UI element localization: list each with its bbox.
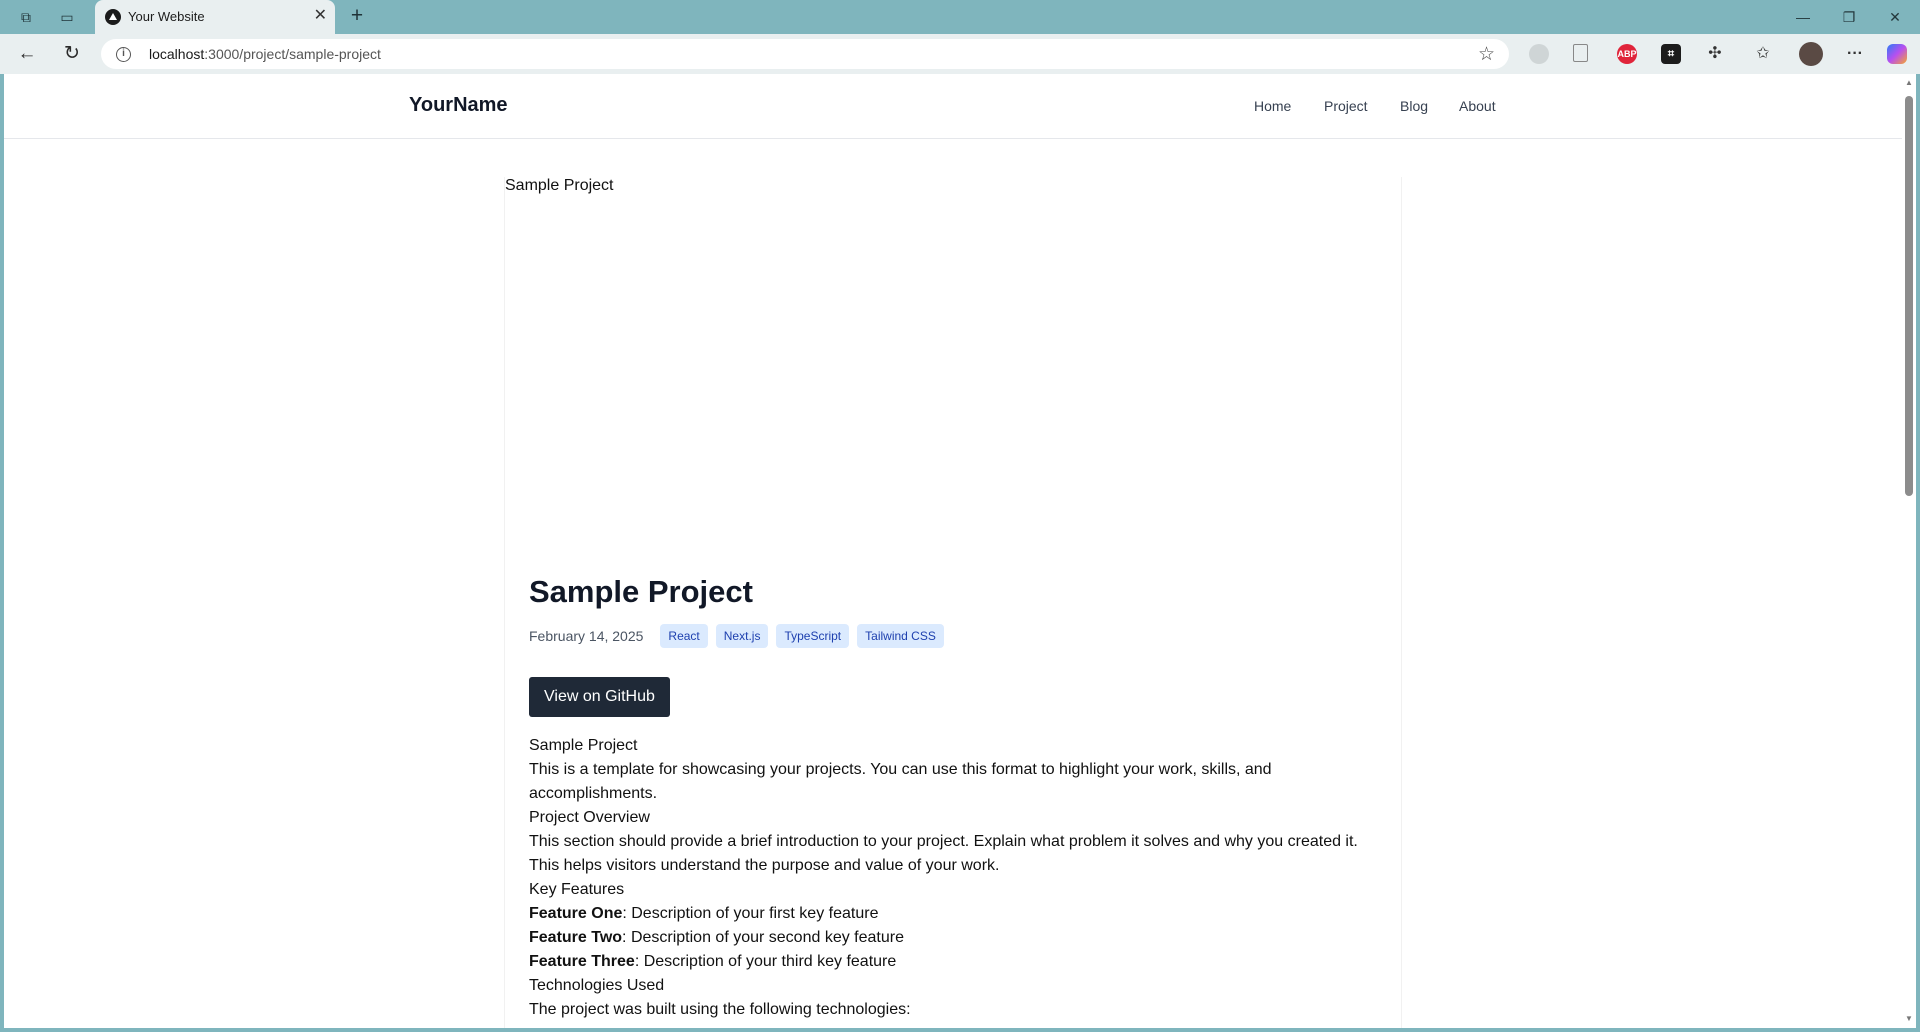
project-hero-image: Sample Project bbox=[505, 177, 1403, 557]
copilot-icon[interactable] bbox=[1887, 44, 1907, 64]
close-window-button[interactable]: ✕ bbox=[1884, 6, 1906, 28]
site-favicon-icon bbox=[105, 9, 121, 25]
project-meta: February 14, 2025 React Next.js TypeScri… bbox=[529, 623, 952, 649]
browser-toolbar: ← ↻ i localhost:3000/project/sample-proj… bbox=[0, 34, 1920, 74]
site-info-icon[interactable]: i bbox=[116, 47, 131, 62]
feature-desc: : Description of your third key feature bbox=[634, 953, 897, 970]
feature-name: Feature Two bbox=[529, 929, 623, 946]
tag-badge: Tailwind CSS bbox=[857, 624, 944, 648]
project-content: Sample Project This is a template for sh… bbox=[529, 734, 1389, 1022]
scroll-up-icon[interactable]: ▲ bbox=[1904, 78, 1914, 88]
tab-close-icon[interactable]: ✕ bbox=[314, 7, 327, 25]
browser-tab[interactable]: Your Website ✕ bbox=[95, 0, 335, 34]
favorites-icon[interactable]: ✩ bbox=[1753, 44, 1773, 64]
more-icon[interactable]: ··· bbox=[1845, 44, 1865, 64]
url-text[interactable]: localhost:3000/project/sample-project bbox=[149, 46, 381, 62]
refresh-button[interactable]: ↻ bbox=[61, 43, 83, 65]
profile-circle-icon[interactable] bbox=[1529, 44, 1549, 64]
site-header: YourName Home Project Blog About bbox=[4, 74, 1902, 139]
address-bar[interactable]: i localhost:3000/project/sample-project … bbox=[101, 39, 1509, 69]
project-date: February 14, 2025 bbox=[529, 628, 644, 644]
content-heading: Project Overview bbox=[529, 809, 650, 826]
user-avatar[interactable] bbox=[1799, 42, 1823, 66]
feature-desc: : Description of your first key feature bbox=[622, 905, 879, 922]
nav-project[interactable]: Project bbox=[1324, 98, 1368, 114]
project-title: Sample Project bbox=[529, 574, 753, 609]
tab-title: Your Website bbox=[128, 9, 205, 24]
minimize-button[interactable]: — bbox=[1792, 6, 1814, 28]
page-scrollbar[interactable]: ▲ ▼ bbox=[1902, 74, 1916, 1028]
content-heading: Key Features bbox=[529, 881, 625, 898]
extensions-puzzle-icon[interactable]: ✣ bbox=[1705, 44, 1725, 64]
scrollbar-thumb[interactable] bbox=[1905, 96, 1913, 496]
tag-badge: React bbox=[660, 624, 708, 648]
view-on-github-button[interactable]: View on GitHub bbox=[529, 677, 670, 717]
feature-desc: : Description of your second key feature bbox=[622, 929, 904, 946]
broken-image-alt-text: Sample Project bbox=[505, 177, 614, 194]
new-tab-button[interactable]: + bbox=[347, 5, 367, 27]
feature-item: Feature Three: Description of your third… bbox=[529, 950, 1389, 974]
tag-badge: TypeScript bbox=[776, 624, 850, 648]
feature-name: Feature Three bbox=[529, 953, 635, 970]
project-article: Sample Project Sample Project February 1… bbox=[504, 177, 1402, 1028]
browser-titlebar: ⧉ ▭ Your Website ✕ + — ❐ ✕ bbox=[0, 0, 1920, 34]
feature-item: Feature One: Description of your first k… bbox=[529, 902, 1389, 926]
favorite-star-icon[interactable]: ☆ bbox=[1478, 43, 1495, 66]
content-paragraph: This section should provide a brief intr… bbox=[529, 833, 1358, 874]
tab-actions-icon[interactable]: ▭ bbox=[58, 8, 76, 26]
feature-item: Feature Two: Description of your second … bbox=[529, 926, 1389, 950]
back-button[interactable]: ← bbox=[16, 43, 38, 65]
nav-home[interactable]: Home bbox=[1254, 98, 1291, 114]
content-heading: Sample Project bbox=[529, 737, 638, 754]
restore-button[interactable]: ❐ bbox=[1838, 6, 1860, 28]
pdf-icon[interactable] bbox=[1573, 44, 1588, 62]
tag-badge: Next.js bbox=[715, 624, 769, 648]
feature-name: Feature One bbox=[529, 905, 623, 922]
capture-icon[interactable]: ⌗ bbox=[1661, 44, 1681, 64]
adblock-plus-icon[interactable]: ABP bbox=[1617, 44, 1637, 64]
scroll-down-icon[interactable]: ▼ bbox=[1904, 1014, 1914, 1024]
nav-blog[interactable]: Blog bbox=[1400, 98, 1428, 114]
content-paragraph: The project was built using the followin… bbox=[529, 1001, 911, 1018]
nav-about[interactable]: About bbox=[1459, 98, 1496, 114]
content-heading: Technologies Used bbox=[529, 977, 665, 994]
content-paragraph: This is a template for showcasing your p… bbox=[529, 761, 1272, 802]
workspaces-icon[interactable]: ⧉ bbox=[17, 8, 35, 26]
page-viewport: YourName Home Project Blog About Sample … bbox=[4, 74, 1902, 1028]
site-logo[interactable]: YourName bbox=[409, 94, 508, 117]
